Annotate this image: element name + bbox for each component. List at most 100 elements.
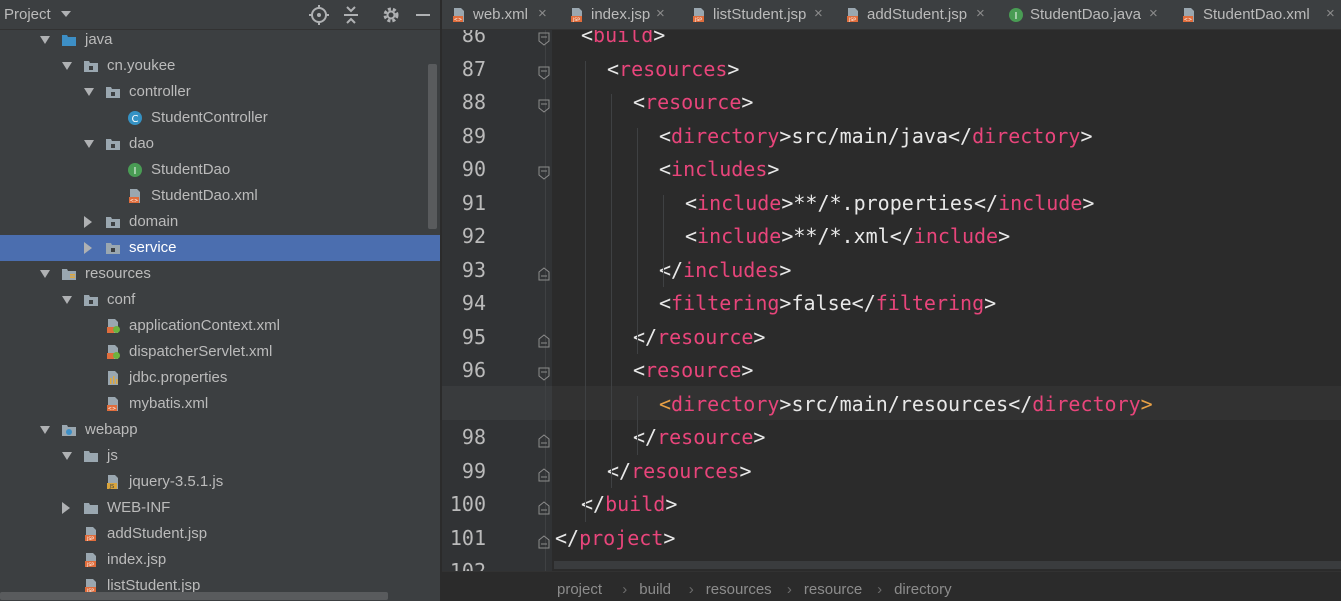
- tree-item[interactable]: controller: [0, 79, 440, 105]
- tree-item[interactable]: JSP index.jsp: [0, 547, 440, 573]
- svg-text:<>: <>: [454, 17, 462, 23]
- expand-arrow-down-icon[interactable]: [62, 62, 72, 70]
- tree-item[interactable]: webapp: [0, 417, 440, 443]
- tree-item[interactable]: I StudentDao: [0, 157, 440, 183]
- close-tab-icon[interactable]: ×: [976, 5, 985, 22]
- fold-end-icon[interactable]: [537, 266, 551, 281]
- tree-item-label: resources: [85, 265, 151, 282]
- editor-tab[interactable]: I StudentDao.java ×: [999, 0, 1172, 30]
- code-line[interactable]: <resource>: [633, 90, 753, 114]
- tree-item[interactable]: domain: [0, 209, 440, 235]
- fold-start-icon[interactable]: [537, 166, 551, 180]
- breadcrumb-separator: ›: [877, 581, 883, 598]
- code-line[interactable]: <include>**/*.properties</include>: [685, 191, 1094, 215]
- code-text: </: [555, 525, 580, 550]
- expand-arrow-right-icon[interactable]: [84, 242, 92, 254]
- xml-file-icon: <>: [127, 188, 143, 204]
- tree-horizontal-scrollbar[interactable]: [0, 592, 388, 600]
- fold-end-icon[interactable]: [537, 534, 551, 549]
- gear-icon[interactable]: [380, 4, 402, 26]
- expand-arrow-down-icon[interactable]: [84, 140, 94, 148]
- fold-end-icon[interactable]: [537, 467, 551, 482]
- expand-arrow-down-icon[interactable]: [40, 270, 50, 278]
- tree-item[interactable]: dao: [0, 131, 440, 157]
- fold-start-icon[interactable]: [537, 99, 551, 113]
- tree-item[interactable]: js: [0, 443, 440, 469]
- close-tab-icon[interactable]: ×: [814, 5, 823, 22]
- tree-item[interactable]: resources: [0, 261, 440, 287]
- line-number: 102: [449, 559, 486, 571]
- locate-icon[interactable]: [308, 4, 330, 26]
- fold-start-icon[interactable]: [537, 66, 551, 80]
- code-text: <: [659, 391, 672, 416]
- tree-item-label: controller: [129, 83, 191, 100]
- tree-item[interactable]: conf: [0, 287, 440, 313]
- tree-item[interactable]: WEB-INF: [0, 495, 440, 521]
- editor-tab[interactable]: <> web.xml ×: [442, 0, 560, 30]
- breadcrumb-item[interactable]: project: [557, 581, 602, 598]
- hide-panel-icon[interactable]: [412, 4, 434, 26]
- tree-vertical-scrollbar[interactable]: [428, 64, 437, 229]
- project-view-selector[interactable]: Project: [4, 6, 51, 23]
- tree-item[interactable]: <> StudentDao.xml: [0, 183, 440, 209]
- fold-start-icon[interactable]: [537, 32, 551, 46]
- tree-item[interactable]: applicationContext.xml: [0, 313, 440, 339]
- breadcrumb-item[interactable]: resources: [706, 581, 772, 598]
- expand-arrow-right-icon[interactable]: [84, 216, 92, 228]
- xml-file-icon: <>: [451, 7, 467, 23]
- editor-tab[interactable]: <> StudentDao.xml ×: [1172, 0, 1341, 30]
- code-text: <: [659, 123, 672, 148]
- tree-item[interactable]: JSP addStudent.jsp: [0, 521, 440, 547]
- folder-blue-icon: [61, 32, 77, 48]
- tree-item[interactable]: service: [0, 235, 440, 261]
- expand-arrow-down-icon[interactable]: [40, 426, 50, 434]
- editor-tab[interactable]: JSP addStudent.jsp ×: [836, 0, 999, 30]
- close-tab-icon[interactable]: ×: [656, 5, 665, 22]
- code-line[interactable]: </resource>: [633, 325, 765, 349]
- code-line[interactable]: <includes>: [659, 157, 779, 181]
- code-line[interactable]: </resource>: [633, 425, 765, 449]
- code-line[interactable]: </includes>: [659, 258, 791, 282]
- collapse-all-icon[interactable]: [340, 4, 362, 26]
- breadcrumb-item[interactable]: build: [639, 581, 671, 598]
- breadcrumb-item[interactable]: directory: [894, 581, 952, 598]
- fold-end-icon[interactable]: [537, 501, 551, 515]
- tree-item[interactable]: JS jquery-3.5.1.js: [0, 469, 440, 495]
- expand-arrow-down-icon[interactable]: [62, 296, 72, 304]
- code-line[interactable]: </resources>: [607, 459, 752, 483]
- tree-item[interactable]: cn.youkee: [0, 53, 440, 79]
- tree-item[interactable]: C StudentController: [0, 105, 440, 131]
- close-tab-icon[interactable]: ×: [1326, 5, 1335, 22]
- fold-end-icon[interactable]: [537, 333, 551, 348]
- close-tab-icon[interactable]: ×: [538, 5, 547, 22]
- code-line[interactable]: <build>: [581, 30, 665, 47]
- fold-start-icon[interactable]: [537, 367, 551, 381]
- xml-file-icon: <>: [1181, 7, 1197, 23]
- expand-arrow-down-icon[interactable]: [62, 452, 72, 460]
- editor-tab[interactable]: JSP index.jsp ×: [560, 0, 682, 30]
- tree-item[interactable]: jdbc.properties: [0, 365, 440, 391]
- fold-end-icon[interactable]: [537, 434, 551, 448]
- code-line[interactable]: </build>: [581, 492, 677, 516]
- tree-item[interactable]: java: [0, 27, 440, 53]
- close-tab-icon[interactable]: ×: [1149, 5, 1158, 22]
- editor-horizontal-scrollbar[interactable]: [554, 561, 1341, 569]
- expand-arrow-down-icon[interactable]: [84, 88, 94, 96]
- chevron-down-icon[interactable]: [61, 11, 71, 17]
- breadcrumb-item[interactable]: resource: [804, 581, 862, 598]
- tree-item[interactable]: dispatcherServlet.xml: [0, 339, 440, 365]
- expand-arrow-right-icon[interactable]: [62, 502, 70, 514]
- code-line[interactable]: </project>: [555, 526, 675, 550]
- code-line[interactable]: <filtering>false</filtering>: [659, 291, 996, 315]
- code-line[interactable]: <resources>: [607, 57, 739, 81]
- code-line[interactable]: <directory>src/main/java</directory>: [659, 124, 1093, 148]
- tree-item[interactable]: <> mybatis.xml: [0, 391, 440, 417]
- code-line[interactable]: <include>**/*.xml</include>: [685, 224, 1010, 248]
- line-number: 96: [461, 358, 486, 382]
- editor-tab[interactable]: JSP listStudent.jsp ×: [682, 0, 836, 30]
- expand-arrow-down-icon[interactable]: [40, 36, 50, 44]
- code-line[interactable]: <directory>src/main/resources</directory…: [659, 392, 1153, 416]
- line-number: 87: [461, 56, 486, 81]
- code-line[interactable]: <resource>: [633, 358, 753, 382]
- code-editor[interactable]: 8687888990919293949596979899100101102 <b…: [442, 30, 1341, 571]
